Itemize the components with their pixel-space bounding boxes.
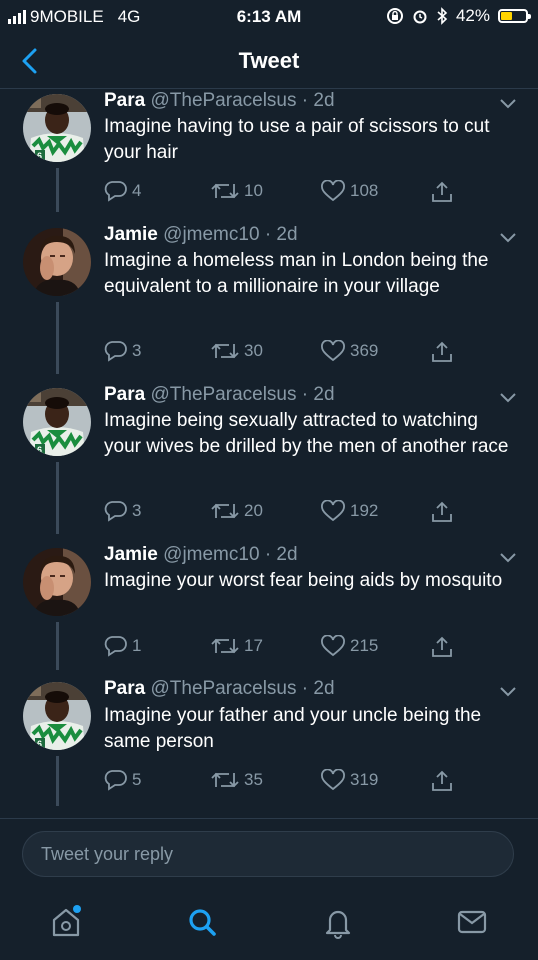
bluetooth-icon [437,7,448,25]
chevron-down-icon[interactable] [498,230,518,244]
retweet-count: 35 [244,770,263,789]
thread-line [56,462,59,534]
display-name[interactable]: Para [104,678,145,699]
avatar[interactable] [23,94,91,162]
username[interactable]: @TheParacelsus [150,384,296,405]
tweet-actions: 4 10 108 [104,180,464,206]
thread-line [56,622,59,670]
retweet-icon[interactable] [210,500,240,522]
username[interactable]: @TheParacelsus [150,90,296,111]
tweet-text: Imagine having to use a pair of scissors… [104,116,490,163]
chevron-down-icon[interactable] [498,390,518,404]
thread-line [56,756,59,806]
retweet-count: 30 [244,341,263,360]
reply-count: 1 [132,636,142,655]
username[interactable]: @TheParacelsus [150,678,296,699]
share-icon[interactable] [430,500,454,524]
reply-icon[interactable] [104,635,128,657]
retweet-count: 20 [244,501,263,520]
retweet-icon[interactable] [210,635,240,657]
tab-bar [0,888,538,960]
tweet-meta: Para @TheParacelsus · 2d [104,678,335,700]
reply-icon[interactable] [104,340,128,362]
display-name[interactable]: Para [104,384,145,405]
tweet-text: Imagine your worst fear being aids by mo… [104,570,503,591]
reply-placeholder: Tweet your reply [41,844,174,864]
like-count: 215 [350,636,379,655]
reply-count: 5 [132,770,142,789]
share-icon[interactable] [430,340,454,364]
page-title: Tweet [238,48,300,73]
share-icon[interactable] [430,180,454,204]
tweet-actions: 3 30 369 [104,340,464,366]
reply-input[interactable]: Tweet your reply [22,831,514,877]
timestamp: · 2d [264,544,298,565]
reply-icon[interactable] [104,180,128,202]
status-bar: 9MOBILE 4G 6:13 AM 42% [0,0,538,34]
search-icon[interactable] [184,904,220,940]
tweet-meta: Jamie @jmemc10 · 2d [104,544,298,566]
tweet-actions: 5 35 319 [104,769,464,795]
avatar[interactable] [23,682,91,750]
heart-icon[interactable] [320,500,346,522]
alarm-icon [413,10,427,24]
share-icon[interactable] [430,769,454,793]
reply-icon[interactable] [104,769,128,791]
like-count: 108 [350,181,379,200]
display-name[interactable]: Jamie [104,224,158,245]
reply-count: 3 [132,501,142,520]
rotation-lock-icon [386,8,403,24]
timestamp: · 2d [264,224,298,245]
tweet-meta: Para @TheParacelsus · 2d [104,384,335,406]
heart-icon[interactable] [320,180,346,202]
timestamp: · 2d [301,90,335,111]
display-name[interactable]: Para [104,90,145,111]
username[interactable]: @jmemc10 [163,224,259,245]
tweet-text: Imagine being sexually attracted to watc… [104,410,509,457]
like-count: 369 [350,341,379,360]
timestamp: · 2d [301,384,335,405]
tweet-meta: Para @TheParacelsus · 2d [104,90,335,112]
messages-icon[interactable] [454,904,490,940]
retweet-count: 17 [244,636,263,655]
avatar[interactable] [23,388,91,456]
username[interactable]: @jmemc10 [163,544,259,565]
heart-icon[interactable] [320,340,346,362]
chevron-down-icon[interactable] [498,96,518,110]
heart-icon[interactable] [320,769,346,791]
tweet-actions: 3 20 192 [104,500,464,526]
display-name[interactable]: Jamie [104,544,158,565]
chevron-down-icon[interactable] [498,550,518,564]
avatar[interactable] [23,228,91,296]
avatar[interactable] [23,548,91,616]
retweet-count: 10 [244,181,263,200]
retweet-icon[interactable] [210,340,240,362]
notifications-icon[interactable] [320,904,356,940]
like-count: 192 [350,501,379,520]
like-count: 319 [350,770,379,789]
reply-bar: Tweet your reply [0,818,538,897]
battery-percent: 42% [455,6,490,25]
tweet-meta: Jamie @jmemc10 · 2d [104,224,298,246]
thread-line [56,302,59,374]
status-right: 42% [386,6,531,26]
tweet-actions: 1 17 215 [104,635,464,661]
home-icon[interactable] [48,904,84,940]
retweet-icon[interactable] [210,180,240,202]
tweet-text: Imagine a homeless man in London being t… [104,250,489,297]
chevron-down-icon[interactable] [498,684,518,698]
reply-count: 3 [132,341,142,360]
tweet-text: Imagine your father and your uncle being… [104,705,482,752]
timestamp: · 2d [301,678,335,699]
heart-icon[interactable] [320,635,346,657]
top-nav: Tweet [0,34,538,89]
thread-line [56,168,59,212]
reply-icon[interactable] [104,500,128,522]
battery-icon [498,9,531,23]
reply-count: 4 [132,181,142,200]
share-icon[interactable] [430,635,454,659]
retweet-icon[interactable] [210,769,240,791]
